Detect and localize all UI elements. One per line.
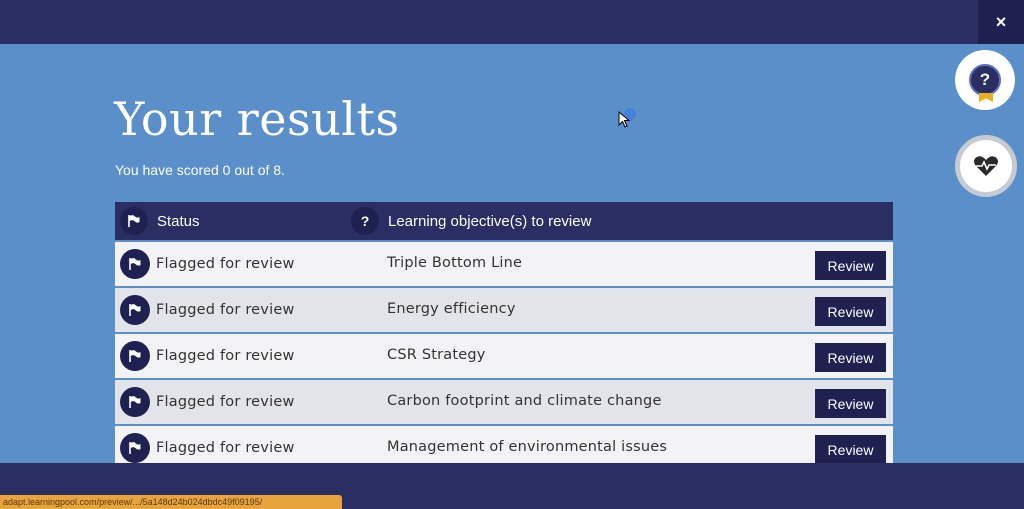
review-button[interactable]: Review (815, 297, 886, 326)
table-row: Flagged for review Energy efficiency Rev… (115, 288, 893, 332)
row-status: Flagged for review (120, 387, 295, 417)
status-column-header: Status (120, 202, 200, 240)
row-status: Flagged for review (120, 295, 295, 325)
health-button[interactable] (955, 135, 1017, 197)
status-bar-url: adapt.learningpool.com/preview/.../5a148… (0, 495, 342, 509)
close-icon: × (995, 11, 1007, 32)
row-status: Flagged for review (120, 433, 295, 463)
flag-icon (120, 207, 148, 235)
question-badge-icon: ? (969, 64, 1001, 102)
help-symbol: ? (979, 70, 991, 89)
objective-text: Triple Bottom Line (387, 255, 523, 271)
objective-column-header: ? Learning objective(s) to review (351, 202, 591, 240)
flag-icon (120, 387, 150, 417)
ribbon-icon (979, 93, 993, 102)
status-header-label: Status (157, 212, 200, 230)
objective-text: Carbon footprint and climate change (387, 393, 662, 409)
review-button[interactable]: Review (815, 251, 886, 280)
flag-icon (120, 433, 150, 463)
close-button[interactable]: × (978, 0, 1024, 44)
flag-icon (120, 341, 150, 371)
score-text: You have scored 0 out of 8. (115, 162, 285, 178)
mouse-cursor-icon (618, 111, 631, 128)
status-text: Flagged for review (156, 440, 295, 456)
status-text: Flagged for review (156, 302, 295, 318)
row-status: Flagged for review (120, 341, 295, 371)
objective-text: Energy efficiency (387, 301, 516, 317)
objective-header-label: Learning objective(s) to review (388, 212, 592, 230)
status-text: Flagged for review (156, 348, 295, 364)
table-row: Flagged for review CSR Strategy Review (115, 334, 893, 378)
table-row: Flagged for review Carbon footprint and … (115, 380, 893, 424)
review-button[interactable]: Review (815, 435, 886, 463)
question-icon: ? (351, 207, 379, 235)
flag-icon (120, 249, 150, 279)
top-bar: × (0, 0, 1024, 44)
review-button[interactable]: Review (815, 343, 886, 372)
results-table: Status ? Learning objective(s) to review… (115, 202, 893, 463)
table-header: Status ? Learning objective(s) to review (115, 202, 893, 240)
objective-text: Management of environmental issues (387, 439, 668, 455)
results-panel: Your results You have scored 0 out of 8.… (0, 44, 1024, 463)
row-status: Flagged for review (120, 249, 295, 279)
status-text: Flagged for review (156, 394, 295, 410)
flag-icon (120, 295, 150, 325)
objective-text: CSR Strategy (387, 347, 486, 363)
table-row: Flagged for review Management of environ… (115, 426, 893, 463)
status-text: Flagged for review (156, 256, 295, 272)
review-button[interactable]: Review (815, 389, 886, 418)
table-row: Flagged for review Triple Bottom Line Re… (115, 242, 893, 286)
help-button[interactable]: ? (955, 50, 1015, 110)
heart-pulse-icon (974, 156, 998, 176)
page-title: Your results (114, 92, 400, 146)
